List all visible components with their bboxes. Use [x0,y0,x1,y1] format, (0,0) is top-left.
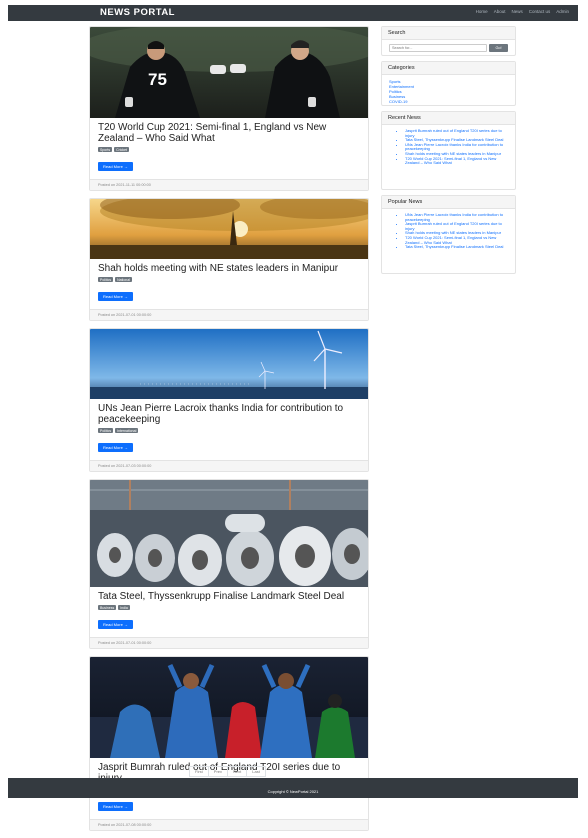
page-last-button[interactable]: Last [246,766,266,777]
page-first-button[interactable]: First [189,766,209,777]
read-more-button[interactable]: Read More → [98,292,133,301]
category-badge: India [118,605,130,610]
recent-news-heading: Recent News [382,112,515,125]
recent-news-widget: Recent News Jasprit Bumrah ruled out of … [381,111,516,190]
category-badge: International [115,428,139,433]
cricket-semifinal-image[interactable]: 75 [90,27,368,118]
nav-links: Home About News Contact us Admin [476,9,569,14]
nav-contact-link[interactable]: Contact us [529,9,551,14]
post-title[interactable]: T20 World Cup 2021: Semi-final 1, Englan… [98,122,360,144]
search-heading: Search [382,27,515,40]
category-badge: Politics [98,277,114,282]
read-more-button[interactable]: Read More → [98,162,133,171]
post-date: Posted on 2021-11-11 00:00:00 [90,179,368,190]
read-more-button[interactable]: Read More → [98,443,133,452]
post-title[interactable]: Shah holds meeting with NE states leader… [98,263,360,274]
post-list: 75 T20 World Cup 2021: Semi-final 1, Eng… [89,26,369,838]
post-card: Tata Steel, Thyssenkrupp Finalise Landma… [89,479,369,649]
brand-logo[interactable]: NEWS PORTAL [100,7,175,18]
popular-news-heading: Popular News [382,196,515,209]
search-go-button[interactable]: Go! [489,44,508,52]
wind-turbine-image[interactable] [90,329,368,399]
page-next-button[interactable]: Next [227,766,248,777]
page-prev-button[interactable]: Prev [207,766,229,777]
copyright-text: Copyright © NewPortal 2021 [267,789,319,794]
nav-about-link[interactable]: About [494,9,506,14]
categories-widget: Categories Sports Entertainment Politics… [381,61,516,106]
nav-admin-link[interactable]: Admin [556,9,569,14]
navbar: NEWS PORTAL Home About News Contact us A… [8,5,578,21]
pagination: First Prev Next Last [189,766,266,777]
cricket-team-image[interactable] [90,657,368,758]
category-badge: Cricket [114,147,130,152]
read-more-button[interactable]: Read More → [98,802,133,811]
post-title[interactable]: Tata Steel, Thyssenkrupp Finalise Landma… [98,591,360,602]
category-link-covid[interactable]: COVID-19 [389,99,508,104]
search-widget: Search Go! [381,26,516,56]
post-date: Posted on 2021-07-03 00:00:00 [90,460,368,471]
category-badge: Politics [98,428,114,433]
post-card: Jasprit Bumrah ruled out of England T20I… [89,656,369,831]
steel-coils-image[interactable] [90,480,368,587]
recent-news-link[interactable]: T20 World Cup 2021: Semi-final 1, Englan… [405,156,508,166]
post-card: 75 T20 World Cup 2021: Semi-final 1, Eng… [89,26,369,191]
search-input[interactable] [389,44,487,52]
jersey-number: 75 [148,70,167,89]
post-card: UNs Jean Pierre Lacroix thanks India for… [89,328,369,472]
tree-landscape-image[interactable] [90,199,368,259]
post-date: Posted on 2021-07-08 00:00:00 [90,819,368,830]
post-date: Posted on 2021-07-01 00:00:00 [90,637,368,648]
footer: Copyright © NewPortal 2021 [8,778,578,798]
post-card: Shah holds meeting with NE states leader… [89,198,369,321]
nav-home-link[interactable]: Home [476,9,488,14]
post-date: Posted on 2021-07-01 00:00:00 [90,309,368,320]
categories-heading: Categories [382,62,515,75]
category-badge: Sports [98,147,113,152]
nav-news-link[interactable]: News [511,9,522,14]
read-more-button[interactable]: Read More → [98,620,133,629]
popular-news-widget: Popular News UNs Jean Pierre Lacroix tha… [381,195,516,274]
popular-news-link[interactable]: Tata Steel, Thyssenkrupp Finalise Landma… [405,245,508,250]
category-badge: Business [98,605,117,610]
category-badge: National [115,277,132,282]
post-title[interactable]: UNs Jean Pierre Lacroix thanks India for… [98,403,360,425]
